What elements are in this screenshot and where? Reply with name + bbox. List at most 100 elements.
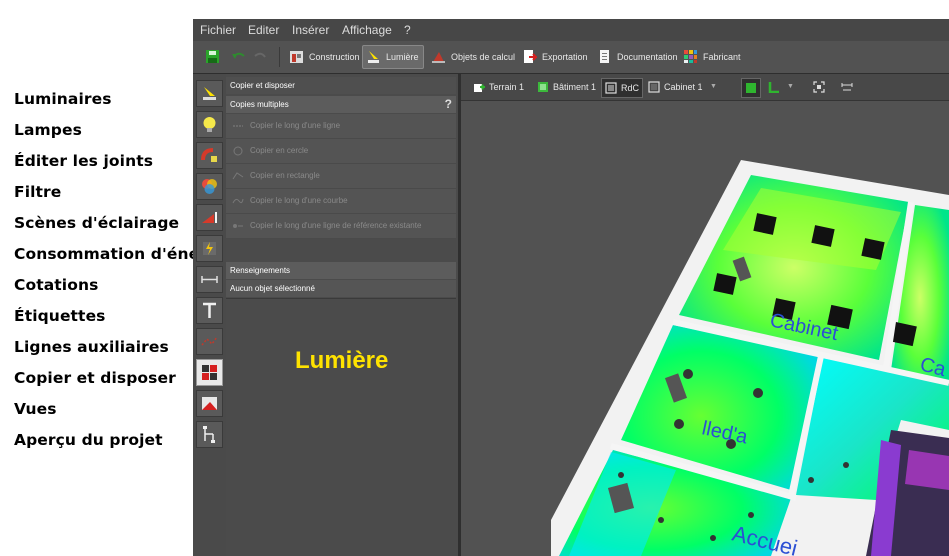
tool-editer-joints[interactable] <box>196 142 223 169</box>
copy-along-reference-line-label: Copier le long d'une ligne de référence … <box>250 221 422 230</box>
tool-consommation-energie[interactable] <box>196 235 223 262</box>
solid-view-icon <box>746 83 756 93</box>
tab-objets-calcul[interactable]: Objets de calcul <box>431 46 515 68</box>
lumiere-highlight-label: Lumière <box>295 347 389 374</box>
redo-button[interactable] <box>253 46 269 68</box>
text-label-icon <box>203 302 216 318</box>
tab-construction-label: Construction <box>309 52 360 62</box>
menu-bar: Fichier Editer Insérer Affichage ? <box>193 19 949 41</box>
reference-line-copy-icon <box>233 224 243 228</box>
chevron-down-icon: ▼ <box>787 83 794 90</box>
floor-icon <box>605 82 617 94</box>
export-icon <box>524 50 537 63</box>
lamp-icon <box>368 51 379 63</box>
tool-filtre[interactable] <box>196 173 223 200</box>
copy-circle-label: Copier en cercle <box>250 146 309 155</box>
measure-button[interactable] <box>839 78 857 96</box>
undo-icon <box>232 52 245 59</box>
false-color-floor-plan: Cabinet Ca lled'a Accuei <box>551 160 949 556</box>
menu-editer[interactable]: Editer <box>248 23 279 37</box>
room-cabinet-dropdown[interactable]: Cabinet 1 ▼ <box>648 78 718 96</box>
panel-section-copier-disposer: Copier et disposer <box>226 77 456 94</box>
undo-button[interactable] <box>231 46 247 68</box>
viewport-toolbar: Terrain 1 Bâtiment 1 RdC Cabinet 1 ▼ ▼ <box>461 74 949 101</box>
tab-objets-calcul-label: Objets de calcul <box>451 52 516 62</box>
aux-line-icon <box>201 336 218 346</box>
app-window: Fichier Editer Insérer Affichage ? Const… <box>193 19 949 556</box>
copy-circle[interactable]: Copier en cercle <box>226 139 456 164</box>
terrain-icon <box>474 84 485 92</box>
view-plan-button[interactable] <box>766 78 784 96</box>
tab-fabricant[interactable]: Fabricant <box>683 46 741 68</box>
level-terrain-label: Terrain 1 <box>489 82 525 92</box>
energy-icon <box>203 242 216 255</box>
tab-documentation-label: Documentation <box>617 52 678 62</box>
tool-apercu-projet[interactable] <box>196 421 223 448</box>
chevron-down-icon: ▼ <box>710 83 717 90</box>
bulb-icon <box>203 117 216 132</box>
tool-etiquettes[interactable] <box>196 297 223 324</box>
save-button[interactable] <box>205 46 221 68</box>
calc-object-icon <box>432 52 445 63</box>
copy-arrange-icon <box>202 365 217 380</box>
tab-construction[interactable]: Construction <box>289 46 360 68</box>
tool-sidebar <box>193 74 227 556</box>
room-icon <box>648 81 660 93</box>
menu-help[interactable]: ? <box>404 23 411 37</box>
help-button[interactable]: ? <box>441 96 452 113</box>
tool-lignes-auxiliaires[interactable] <box>196 328 223 355</box>
3d-viewport[interactable]: Terrain 1 Bâtiment 1 RdC Cabinet 1 ▼ ▼ C… <box>461 74 949 556</box>
plan-view-icon <box>768 82 779 93</box>
tool-scenes-eclairage[interactable] <box>196 204 223 231</box>
level-batiment[interactable]: Bâtiment 1 <box>537 78 597 96</box>
copy-rectangle[interactable]: Copier en rectangle <box>226 164 456 189</box>
level-rdc[interactable]: RdC <box>601 78 643 98</box>
panel-section-renseignements: Renseignements <box>226 262 456 279</box>
tab-documentation[interactable]: Documentation <box>597 46 678 68</box>
level-rdc-label: RdC <box>621 83 640 93</box>
panel-divider <box>226 298 456 299</box>
panel-section-copies-multiples: Copies multiples ? <box>226 96 456 113</box>
measure-icon <box>841 83 853 91</box>
zoom-extents-icon <box>813 81 825 93</box>
construction-icon <box>290 51 303 63</box>
light-scene-icon <box>202 212 217 223</box>
tab-lumiere-label: Lumière <box>386 52 419 62</box>
tool-luminaires[interactable] <box>196 80 223 107</box>
copy-along-line[interactable]: Copier le long d'une ligne <box>226 114 456 139</box>
copy-rectangle-label: Copier en rectangle <box>250 171 320 180</box>
view-3d-solid-button[interactable] <box>741 78 761 98</box>
circle-copy-icon <box>233 146 243 156</box>
room-cabinet-label: Cabinet 1 <box>664 82 703 92</box>
building-icon <box>538 82 548 92</box>
side-panel: Copier et disposer Copies multiples ? Co… <box>226 74 461 556</box>
tab-exportation[interactable]: Exportation <box>522 46 588 68</box>
menu-affichage[interactable]: Affichage <box>342 23 392 37</box>
filter-icon <box>202 179 217 194</box>
zoom-extents-button[interactable] <box>811 78 827 96</box>
tool-lampes[interactable] <box>196 111 223 138</box>
level-terrain[interactable]: Terrain 1 <box>473 78 531 96</box>
menu-fichier[interactable]: Fichier <box>200 23 236 37</box>
copy-along-curve-label: Copier le long d'une courbe <box>250 196 348 205</box>
menu-inserer[interactable]: Insérer <box>292 23 329 37</box>
building-block-window <box>905 450 949 490</box>
view-options-dropdown[interactable]: ▼ <box>787 78 797 96</box>
rectangle-copy-icon <box>232 172 244 180</box>
copy-along-reference-line[interactable]: Copier le long d'une ligne de référence … <box>226 214 456 239</box>
project-tree-icon <box>203 426 215 443</box>
tool-cotations[interactable] <box>196 266 223 293</box>
tab-exportation-label: Exportation <box>542 52 588 62</box>
tab-fabricant-label: Fabricant <box>703 52 741 62</box>
main-toolbar: Construction Lumière Objets de calcul Ex… <box>193 41 949 74</box>
tool-vues[interactable] <box>196 390 223 417</box>
toolbar-separator <box>279 47 280 67</box>
manufacturer-icon <box>684 50 697 63</box>
joint-edit-icon <box>201 148 217 162</box>
tool-copier-disposer[interactable] <box>196 359 223 386</box>
tab-lumiere[interactable]: Lumière <box>362 45 424 69</box>
redo-icon <box>254 52 266 58</box>
save-icon <box>206 50 219 63</box>
luminaire-icon <box>203 87 216 100</box>
copy-along-curve[interactable]: Copier le long d'une courbe <box>226 189 456 214</box>
